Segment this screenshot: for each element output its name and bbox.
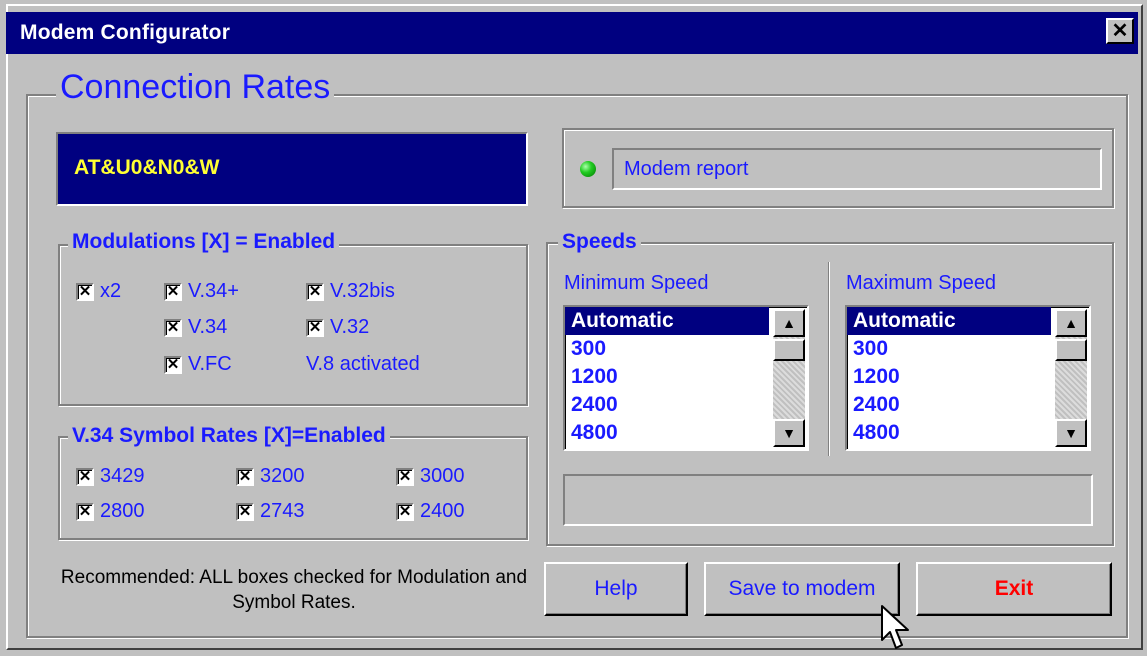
- save-button-label: Save to modem: [728, 577, 876, 600]
- max-speed-listbox[interactable]: Automatic 300 1200 2400 4800 ▲ ▼: [845, 305, 1091, 451]
- checkbox-v34plus[interactable]: ✕ V.34+: [164, 280, 239, 303]
- checkbox-x2[interactable]: ✕ x2: [76, 280, 121, 303]
- symbol-rates-group: [58, 436, 528, 540]
- checkbox-2743[interactable]: ✕ 2743: [236, 500, 305, 523]
- speed-status-field: [563, 474, 1093, 526]
- min-speed-label: Minimum Speed: [564, 272, 709, 294]
- v8-label: V.8 activated: [306, 353, 420, 375]
- mouse-cursor-icon: [881, 605, 909, 649]
- checkbox-label: x2: [100, 280, 122, 302]
- checkbox-vfc[interactable]: ✕ V.FC: [164, 353, 232, 376]
- min-speed-listbox[interactable]: Automatic 300 1200 2400 4800 ▲ ▼: [563, 305, 809, 451]
- checkbox-mark-icon[interactable]: ✕: [306, 318, 324, 337]
- recommendation-note: Recommended: ALL boxes checked for Modul…: [60, 567, 528, 613]
- checkbox-label: 3429: [100, 465, 145, 487]
- scroll-up-icon[interactable]: ▲: [1055, 309, 1087, 337]
- checkbox-label: 3200: [260, 465, 305, 487]
- list-item[interactable]: Automatic: [847, 307, 1051, 335]
- exit-button-label: Exit: [994, 577, 1034, 600]
- speeds-legend: Speeds: [558, 230, 641, 254]
- checkbox-2800[interactable]: ✕ 2800: [76, 500, 145, 523]
- exit-button[interactable]: Exit: [916, 562, 1112, 616]
- scroll-down-icon[interactable]: ▼: [773, 419, 805, 447]
- checkbox-2400[interactable]: ✕ 2400: [396, 500, 465, 523]
- speeds-divider: [828, 262, 830, 456]
- scroll-up-icon[interactable]: ▲: [773, 309, 805, 337]
- checkbox-label: V.32: [330, 316, 370, 338]
- modem-report-text: Modem report: [624, 158, 749, 180]
- list-item[interactable]: 1200: [847, 363, 1051, 391]
- checkbox-3429[interactable]: ✕ 3429: [76, 465, 145, 488]
- title-bar[interactable]: Modem Configurator ✕: [6, 12, 1138, 54]
- checkbox-label: V.34: [188, 316, 228, 338]
- checkbox-label: 2400: [420, 500, 465, 522]
- command-text: AT&U0&N0&W: [74, 156, 220, 179]
- section-title: Connection Rates: [56, 68, 335, 107]
- list-item[interactable]: 4800: [847, 419, 1051, 447]
- close-icon: ✕: [1111, 20, 1129, 42]
- checkbox-v32[interactable]: ✕ V.32: [306, 316, 369, 339]
- checkbox-mark-icon[interactable]: ✕: [164, 355, 182, 374]
- checkbox-label: 2743: [260, 500, 305, 522]
- checkbox-label: V.34+: [188, 280, 239, 302]
- checkbox-mark-icon[interactable]: ✕: [236, 467, 254, 486]
- checkbox-mark-icon[interactable]: ✕: [164, 282, 182, 301]
- max-speed-scrollbar[interactable]: ▲ ▼: [1055, 309, 1087, 447]
- checkbox-3200[interactable]: ✕ 3200: [236, 465, 305, 488]
- command-display: AT&U0&N0&W: [56, 132, 528, 206]
- checkbox-v32bis[interactable]: ✕ V.32bis: [306, 280, 395, 303]
- modulations-group: [58, 244, 528, 406]
- list-item[interactable]: 2400: [565, 391, 769, 419]
- help-button[interactable]: Help: [544, 562, 688, 616]
- v8-status-text: V.8 activated: [306, 353, 420, 376]
- checkbox-mark-icon[interactable]: ✕: [76, 282, 94, 301]
- list-item[interactable]: 2400: [847, 391, 1051, 419]
- help-button-label: Help: [594, 577, 638, 600]
- modem-report-field: Modem report: [612, 148, 1102, 190]
- checkbox-mark-icon[interactable]: ✕: [396, 502, 414, 521]
- checkbox-v34[interactable]: ✕ V.34: [164, 316, 227, 339]
- checkbox-label: 2800: [100, 500, 145, 522]
- save-to-modem-button[interactable]: Save to modem: [704, 562, 900, 616]
- checkbox-label: V.FC: [188, 353, 232, 375]
- checkbox-3000[interactable]: ✕ 3000: [396, 465, 465, 488]
- symbol-rates-legend: V.34 Symbol Rates [X]=Enabled: [68, 424, 390, 448]
- checkbox-mark-icon[interactable]: ✕: [164, 318, 182, 337]
- checkbox-mark-icon[interactable]: ✕: [306, 282, 324, 301]
- list-item[interactable]: 1200: [565, 363, 769, 391]
- scroll-down-icon[interactable]: ▼: [1055, 419, 1087, 447]
- checkbox-label: V.32bis: [330, 280, 395, 302]
- scroll-thumb[interactable]: [1055, 339, 1087, 361]
- modulations-legend: Modulations [X] = Enabled: [68, 230, 340, 254]
- checkbox-mark-icon[interactable]: ✕: [76, 502, 94, 521]
- checkbox-label: 3000: [420, 465, 465, 487]
- list-item[interactable]: 300: [565, 335, 769, 363]
- checkbox-mark-icon[interactable]: ✕: [236, 502, 254, 521]
- checkbox-mark-icon[interactable]: ✕: [76, 467, 94, 486]
- list-item[interactable]: 4800: [565, 419, 769, 447]
- list-item[interactable]: Automatic: [565, 307, 769, 335]
- scroll-thumb[interactable]: [773, 339, 805, 361]
- checkbox-mark-icon[interactable]: ✕: [396, 467, 414, 486]
- min-speed-scrollbar[interactable]: ▲ ▼: [773, 309, 805, 447]
- list-item[interactable]: 300: [847, 335, 1051, 363]
- status-led-icon: [580, 161, 596, 177]
- max-speed-label: Maximum Speed: [846, 272, 997, 294]
- window-title: Modem Configurator: [20, 21, 231, 44]
- close-button[interactable]: ✕: [1106, 18, 1134, 44]
